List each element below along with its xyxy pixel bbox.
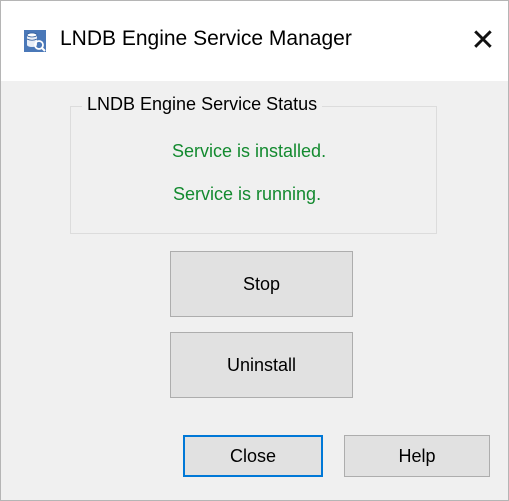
close-button[interactable]: Close — [183, 435, 323, 477]
title-bar[interactable]: LNDB Engine Service Manager ✕ — [1, 1, 508, 81]
close-window-icon[interactable]: ✕ — [466, 21, 500, 61]
service-status-group — [70, 106, 437, 234]
running-status-text: Service is running. — [173, 184, 322, 204]
service-status-group-label: LNDB Engine Service Status — [82, 94, 323, 115]
service-manager-window: LNDB Engine Service Manager ✕ LNDB Engin… — [0, 0, 509, 501]
uninstall-button[interactable]: Uninstall — [170, 332, 353, 398]
stop-button[interactable]: Stop — [170, 251, 353, 317]
help-button[interactable]: Help — [344, 435, 490, 477]
window-title: LNDB Engine Service Manager — [60, 27, 352, 50]
database-app-icon — [23, 29, 47, 53]
installed-status-text: Service is installed. — [172, 141, 327, 161]
